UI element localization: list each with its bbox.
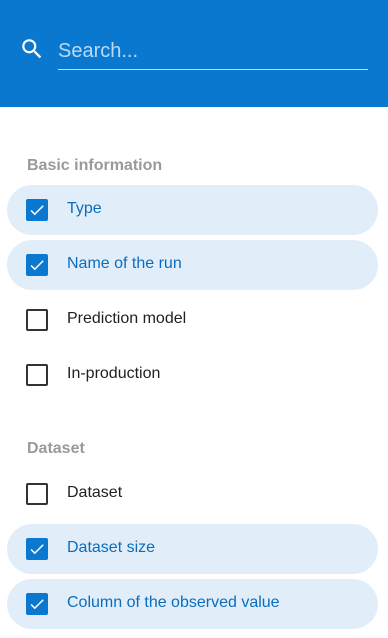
checkbox-checked[interactable] xyxy=(26,199,48,221)
checkbox-unchecked[interactable] xyxy=(26,364,48,386)
checkbox-unchecked[interactable] xyxy=(26,309,48,331)
checkbox-checked[interactable] xyxy=(26,593,48,615)
column-option-name-of-the-run[interactable]: Name of the run xyxy=(7,240,378,290)
checkbox-checked[interactable] xyxy=(26,538,48,560)
column-option-label: Prediction model xyxy=(67,310,187,327)
column-option-label: Dataset xyxy=(67,484,123,501)
column-option-dataset-size[interactable]: Dataset size xyxy=(7,524,378,574)
column-option-observed-value-column[interactable]: Column of the observed value xyxy=(7,579,378,629)
check-icon xyxy=(30,260,44,271)
checkbox-checked[interactable] xyxy=(26,254,48,276)
section-title-dataset: Dataset xyxy=(27,440,85,457)
search-header xyxy=(0,0,388,107)
column-option-dataset[interactable]: Dataset xyxy=(7,469,378,519)
column-option-label: Dataset size xyxy=(67,539,156,556)
check-icon xyxy=(30,599,44,610)
check-icon xyxy=(30,205,44,216)
column-option-label: In-production xyxy=(67,365,161,382)
column-option-type[interactable]: Type xyxy=(7,185,378,235)
section-title-basic-information: Basic information xyxy=(27,157,163,174)
search-icon[interactable] xyxy=(19,36,45,62)
column-option-label: Column of the observed value xyxy=(67,594,280,611)
column-option-prediction-model[interactable]: Prediction model xyxy=(7,295,378,345)
column-option-in-production[interactable]: In-production xyxy=(7,350,378,400)
checkbox-unchecked[interactable] xyxy=(26,483,48,505)
column-option-label: Type xyxy=(67,200,102,217)
column-option-label: Name of the run xyxy=(67,255,182,272)
search-input[interactable] xyxy=(58,34,368,70)
check-icon xyxy=(30,544,44,555)
